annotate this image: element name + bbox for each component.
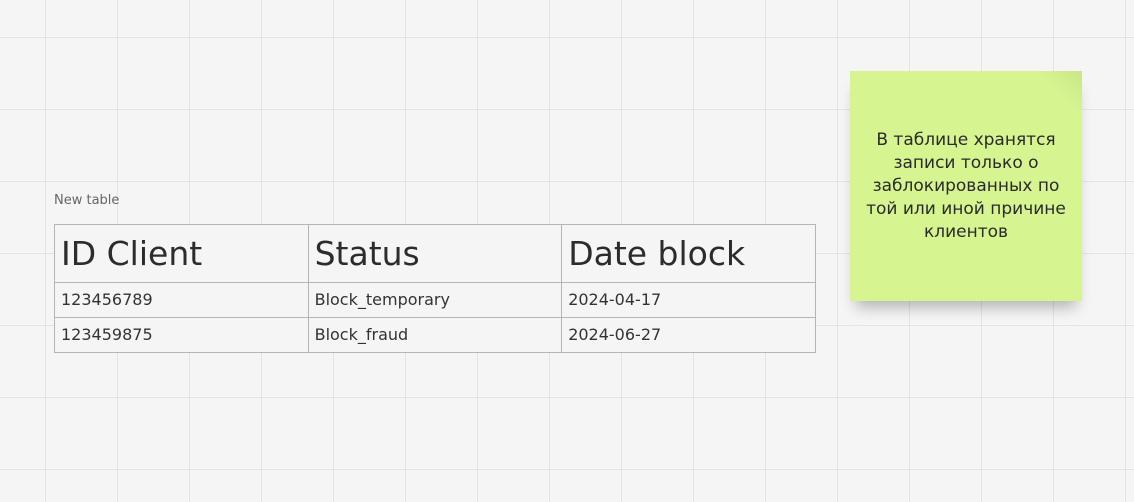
table-cell[interactable]: 123456789 xyxy=(54,282,309,318)
table-cell[interactable]: Block_temporary xyxy=(307,282,563,318)
column-header-date-block[interactable]: Date block xyxy=(561,224,816,283)
table-caption: New table xyxy=(54,193,120,208)
table-header-row: ID Client Status Date block xyxy=(54,224,816,283)
column-header-status[interactable]: Status xyxy=(307,224,563,283)
table-row: 123459875 Block_fraud 2024-06-27 xyxy=(54,317,816,353)
data-table[interactable]: ID Client Status Date block 123456789 Bl… xyxy=(54,224,816,353)
column-header-id-client[interactable]: ID Client xyxy=(54,224,309,283)
sticky-note[interactable]: В таблице хранятся записи только о забло… xyxy=(850,71,1082,301)
table-row: 123456789 Block_temporary 2024-04-17 xyxy=(54,282,816,318)
table-cell[interactable]: 2024-06-27 xyxy=(561,317,816,353)
table-cell[interactable]: 123459875 xyxy=(54,317,309,353)
table-widget[interactable]: New table ID Client Status Date block 12… xyxy=(54,192,816,353)
sticky-note-text: В таблице хранятся записи только о забло… xyxy=(866,129,1066,242)
table-cell[interactable]: Block_fraud xyxy=(307,317,563,353)
whiteboard-canvas[interactable]: New table ID Client Status Date block 12… xyxy=(0,0,1134,502)
table-cell[interactable]: 2024-04-17 xyxy=(561,282,816,318)
